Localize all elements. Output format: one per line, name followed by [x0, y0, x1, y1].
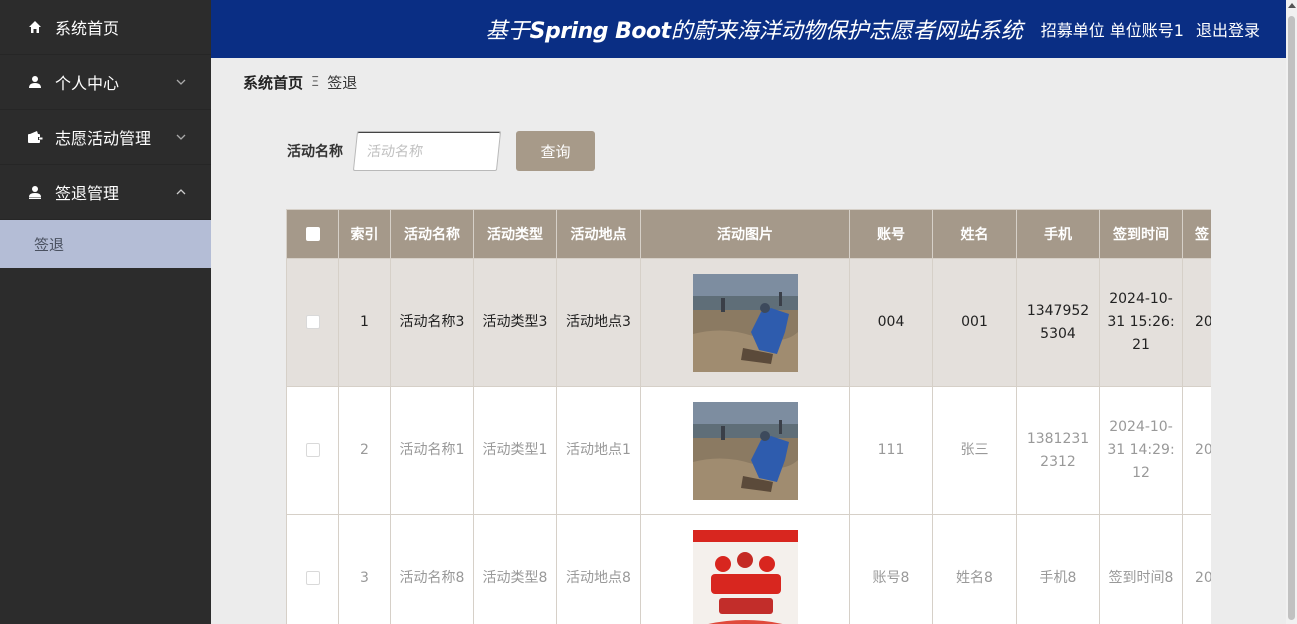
sidebar-item-signout-management[interactable]: 签退管理 — [0, 165, 211, 220]
breadcrumb-separator: Ξ — [311, 75, 320, 90]
column-header: 姓名 — [932, 209, 1017, 259]
row-checkbox[interactable] — [305, 315, 320, 329]
sidebar-item-personal-center[interactable]: 个人中心 — [0, 55, 211, 110]
row-checkbox[interactable] — [305, 571, 320, 585]
cell-signin-time: 2024-10-31 14:29:12 — [1099, 386, 1183, 515]
column-header: 签到时间 — [1099, 209, 1183, 259]
cell-signin-time: 2024-10-31 15:26:21 — [1099, 258, 1183, 387]
sidebar-item-label: 个人中心 — [55, 74, 120, 93]
chevron-down-icon — [176, 134, 186, 140]
title-brand: Spring Boot — [529, 19, 672, 44]
scrollbar-thumb[interactable] — [1288, 16, 1295, 620]
search-label: 活动名称 — [287, 144, 343, 160]
cell-username: 001 — [932, 258, 1017, 387]
breadcrumb-current: 签退 — [327, 74, 358, 92]
cell-activity-name: 活动名称1 — [390, 386, 474, 515]
scroll-up-icon[interactable] — [1288, 3, 1296, 8]
chevron-down-icon — [176, 79, 186, 85]
table-row[interactable]: 2 活动名称1 活动类型1 活动地点1 111 张三 13812312312 2… — [286, 386, 1211, 515]
breadcrumb-home[interactable]: 系统首页 — [243, 72, 303, 93]
beach-cleanup-image — [692, 273, 798, 372]
breadcrumb: 系统首页 Ξ 签退 — [243, 72, 357, 93]
cell-username: 张三 — [932, 386, 1017, 515]
cell-truncated: 20-3 — [1182, 514, 1211, 624]
table-row[interactable]: 3 活动名称8 活动类型8 活动地点8 账号8 姓名8 手机8 签到时间8 20 — [286, 514, 1211, 624]
wallet-icon — [27, 129, 43, 145]
top-header: 基于Spring Boot的蔚来海洋动物保护志愿者网站系统 招募单位 单位账号1… — [211, 0, 1286, 58]
table-header-row: 索引 活动名称 活动类型 活动地点 活动图片 账号 姓名 手机 签到时间 签 — [286, 209, 1211, 259]
column-header: 活动图片 — [640, 209, 850, 259]
search-bar: 活动名称 查询 — [287, 131, 595, 171]
select-all-checkbox-cell[interactable] — [286, 209, 339, 259]
column-header: 索引 — [338, 209, 391, 259]
site-title: 基于Spring Boot的蔚来海洋动物保护志愿者网站系统 — [486, 13, 1023, 45]
cell-index: 1 — [338, 258, 391, 387]
cell-activity-name: 活动名称8 — [390, 514, 474, 624]
query-button[interactable]: 查询 — [516, 131, 595, 171]
cell-activity-image — [640, 514, 850, 624]
chevron-up-icon — [176, 189, 186, 195]
sidebar-subitem-signout[interactable]: 签退 — [0, 220, 211, 268]
cell-activity-place: 活动地点1 — [556, 386, 641, 515]
volunteer-poster-image — [692, 529, 798, 624]
home-icon — [27, 19, 43, 35]
cell-activity-image — [640, 386, 850, 515]
column-header: 活动名称 — [390, 209, 474, 259]
cell-phone: 13812312312 — [1016, 386, 1100, 515]
column-header: 签 — [1182, 209, 1211, 259]
cell-activity-type: 活动类型1 — [473, 386, 557, 515]
column-header: 活动地点 — [556, 209, 641, 259]
cell-activity-place: 活动地点3 — [556, 258, 641, 387]
cell-activity-type: 活动类型8 — [473, 514, 557, 624]
user-icon — [27, 74, 43, 90]
column-header: 手机 — [1016, 209, 1100, 259]
sidebar-item-home[interactable]: 系统首页 — [0, 0, 211, 55]
current-user: 招募单位 单位账号1 — [1040, 21, 1184, 40]
title-prefix: 基于 — [485, 19, 530, 44]
cell-phone: 手机8 — [1016, 514, 1100, 624]
sidebar-item-label: 签退管理 — [55, 184, 120, 203]
cell-index: 3 — [338, 514, 391, 624]
sidebar-item-label: 志愿活动管理 — [55, 129, 152, 148]
cell-activity-name: 活动名称3 — [390, 258, 474, 387]
logout-link[interactable]: 退出登录 — [1196, 17, 1260, 41]
select-all-checkbox[interactable] — [305, 227, 320, 241]
sidebar-item-label: 系统首页 — [55, 19, 120, 38]
sidebar-item-volunteer-activity[interactable]: 志愿活动管理 — [0, 110, 211, 165]
row-checkbox-cell[interactable] — [286, 258, 339, 387]
cell-account: 004 — [849, 258, 933, 387]
cell-account: 111 — [849, 386, 933, 515]
table-row[interactable]: 1 活动名称3 活动类型3 活动地点3 004 001 13479525304 … — [286, 258, 1211, 387]
activity-name-input[interactable] — [352, 131, 502, 171]
cell-account: 账号8 — [849, 514, 933, 624]
cell-truncated: 20-3 — [1182, 258, 1211, 387]
column-header: 账号 — [849, 209, 933, 259]
cell-activity-image — [640, 258, 850, 387]
vertical-scrollbar[interactable] — [1286, 0, 1297, 624]
row-checkbox-cell[interactable] — [286, 386, 339, 515]
title-suffix: 的蔚来海洋动物保护志愿者网站系统 — [670, 19, 1023, 44]
cell-username: 姓名8 — [932, 514, 1017, 624]
signout-table: 索引 活动名称 活动类型 活动地点 活动图片 账号 姓名 手机 签到时间 签 1… — [286, 209, 1211, 624]
row-checkbox-cell[interactable] — [286, 514, 339, 624]
row-checkbox[interactable] — [305, 443, 320, 457]
user-icon — [27, 184, 43, 200]
cell-index: 2 — [338, 386, 391, 515]
cell-truncated: 20-3 — [1182, 386, 1211, 515]
cell-activity-type: 活动类型3 — [473, 258, 557, 387]
beach-cleanup-image — [692, 401, 798, 500]
cell-signin-time: 签到时间8 — [1099, 514, 1183, 624]
cell-activity-place: 活动地点8 — [556, 514, 641, 624]
cell-phone: 13479525304 — [1016, 258, 1100, 387]
column-header: 活动类型 — [473, 209, 557, 259]
sidebar: 系统首页 个人中心 志愿活动管理 签退管理 签退 — [0, 0, 211, 624]
